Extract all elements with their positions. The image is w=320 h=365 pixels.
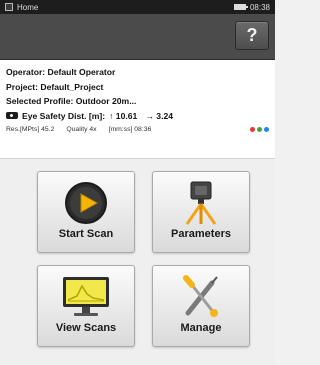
eye-value-2: → 3.24	[145, 110, 174, 121]
duration-text: [mm:ss] 08:36	[108, 126, 152, 133]
scanner-tripod-icon	[171, 180, 231, 225]
app-icon	[5, 3, 13, 11]
parameters-button[interactable]: Parameters	[152, 171, 250, 253]
green-dot	[257, 127, 262, 132]
eye-value-1: ↑ 10.61	[109, 110, 138, 121]
start-scan-label: Start Scan	[58, 228, 114, 240]
monitor-chart-icon	[56, 274, 116, 319]
parameters-label: Parameters	[171, 228, 231, 240]
status-bar: Home 08:38	[0, 0, 275, 14]
status-dots	[250, 127, 269, 132]
info-panel: Operator: Default Operator Project: Defa…	[0, 60, 275, 159]
menu-grid: Start Scan Parameters View Scans Manage	[0, 159, 275, 364]
eye-safety-label: Eye Safety Dist. [m]:	[22, 110, 106, 121]
operator-text: Operator: Default Operator	[6, 67, 116, 77]
battery-icon	[233, 4, 248, 10]
manage-button[interactable]: Manage	[152, 265, 250, 347]
blue-dot	[264, 127, 269, 132]
quality-text: Quality 4x	[66, 126, 97, 133]
red-dot	[250, 127, 255, 132]
project-text: Project: Default_Project	[6, 81, 104, 92]
help-label: ?	[246, 25, 258, 45]
start-scan-button[interactable]: Start Scan	[37, 171, 135, 253]
view-scans-label: View Scans	[55, 322, 117, 334]
help-button[interactable]: ?	[235, 21, 269, 50]
status-right: 08:38	[233, 2, 270, 12]
tools-icon	[171, 274, 231, 319]
profile-text: Selected Profile: Outdoor 20m...	[6, 96, 137, 106]
eye-safety-line: Eye Safety Dist. [m]: ↑ 10.61 → 3.24	[6, 109, 269, 124]
play-icon	[56, 180, 116, 225]
status-title: Home	[17, 2, 39, 12]
stats-line: Res.[MPts] 45.2 Quality 4x [mm:ss] 08:36	[6, 126, 269, 133]
manage-label: Manage	[180, 322, 222, 334]
eye-icon	[6, 112, 18, 120]
status-left: Home	[5, 3, 38, 12]
header-bar: ?	[0, 14, 275, 60]
resolution-text: Res.[MPts] 45.2	[6, 126, 55, 133]
view-scans-button[interactable]: View Scans	[37, 265, 135, 347]
eye-safety-values: ↑ 10.61 → 3.24	[109, 109, 173, 124]
status-time: 08:38	[249, 2, 270, 12]
